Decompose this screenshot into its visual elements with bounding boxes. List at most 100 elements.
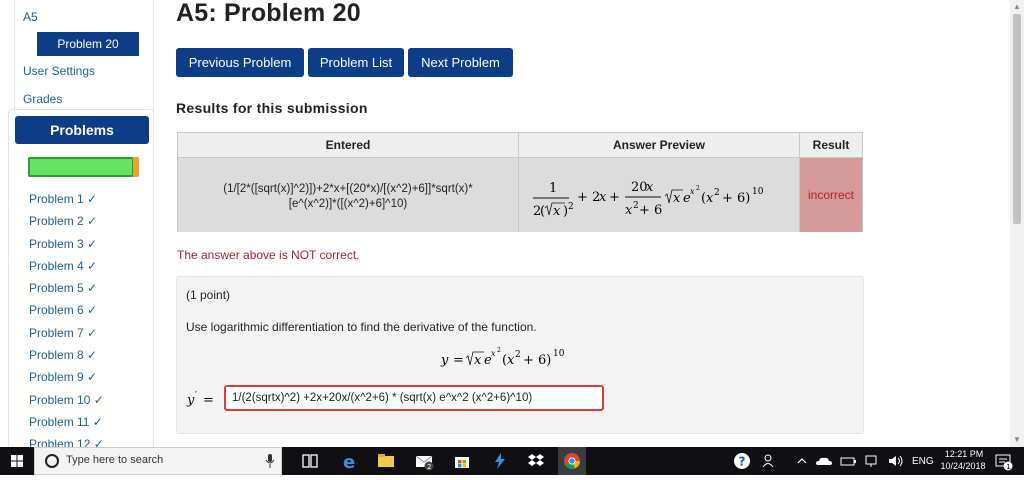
edge-browser-icon[interactable]: e bbox=[340, 451, 360, 471]
column-header-answer-preview: Answer Preview bbox=[519, 133, 800, 158]
file-explorer-icon[interactable] bbox=[376, 451, 396, 471]
scroll-thumb[interactable] bbox=[1013, 14, 1021, 224]
svg-text:x: x bbox=[690, 187, 695, 196]
entered-answer: (1/[2*([sqrt(x)]^2)])+2*x+[(20*x)/[(x^2)… bbox=[178, 182, 518, 212]
svg-text:2: 2 bbox=[568, 202, 574, 212]
scroll-down-arrow-icon[interactable]: ▼ bbox=[1010, 433, 1024, 447]
svg-text:+ 6): + 6) bbox=[523, 353, 551, 368]
language-indicator[interactable]: ENG bbox=[912, 456, 934, 467]
result-status-cell: incorrect bbox=[800, 158, 862, 232]
next-problem-button[interactable]: Next Problem bbox=[408, 48, 513, 77]
chrome-active-tab[interactable] bbox=[558, 447, 586, 475]
problem-list-item[interactable]: Problem 8 ✓ bbox=[29, 344, 104, 366]
dropbox-icon[interactable] bbox=[526, 451, 546, 471]
taskbar-search[interactable]: Type here to search bbox=[34, 447, 282, 475]
svg-text:10: 10 bbox=[553, 349, 565, 359]
windows-logo-icon bbox=[11, 455, 23, 467]
svg-text:?: ? bbox=[739, 455, 746, 469]
problem-list-item[interactable]: Problem 9 ✓ bbox=[29, 366, 104, 388]
problem-statement-box: (1 point) Use logarithmic differentiatio… bbox=[176, 276, 864, 434]
problem-list-item[interactable]: Problem 10 ✓ bbox=[29, 389, 104, 411]
problems-header: Problems bbox=[15, 116, 149, 144]
column-header-result: Result bbox=[800, 133, 862, 158]
problem-list-item[interactable]: Problem 11 ✓ bbox=[29, 411, 104, 433]
entered-cell: (1/[2*([sqrt(x)]^2)])+2*x+[(20*x)/[(x^2)… bbox=[178, 158, 519, 232]
svg-text:+: + bbox=[609, 190, 620, 205]
store-icon[interactable] bbox=[452, 451, 472, 471]
problem-list-item[interactable]: Problem 1 ✓ bbox=[29, 188, 104, 210]
problem-list: Problem 1 ✓ Problem 2 ✓ Problem 3 ✓ Problem… bbox=[29, 188, 104, 447]
nav-link-problem-20[interactable]: Problem 20 bbox=[37, 32, 139, 56]
problem-list-item[interactable]: Problem 3 ✓ bbox=[29, 233, 104, 255]
problem-instructions: Use logarithmic differentiation to find … bbox=[186, 320, 537, 334]
entered-line-2: [e^(x^2)]*([(x^2)+6]^10) bbox=[288, 198, 408, 210]
answer-input[interactable] bbox=[224, 385, 604, 411]
nav-link-grades[interactable]: Grades bbox=[15, 88, 153, 110]
answer-preview-cell: 1 2 ( x ) 2 + 2 x + 20 x x 2 + 6 x e x 2… bbox=[519, 158, 800, 232]
svg-text:x: x bbox=[625, 203, 633, 218]
problem-list-item[interactable]: Problem 5 ✓ bbox=[29, 277, 104, 299]
chrome-icon bbox=[564, 453, 580, 469]
problem-points: (1 point) bbox=[186, 288, 231, 302]
chevron-up-icon[interactable] bbox=[792, 451, 812, 471]
start-button[interactable] bbox=[0, 447, 34, 475]
previous-problem-button[interactable]: Previous Problem bbox=[176, 48, 304, 77]
cortana-circle-icon bbox=[45, 454, 59, 468]
svg-text:=: = bbox=[453, 353, 464, 368]
svg-text:x: x bbox=[491, 349, 496, 358]
svg-text:x: x bbox=[507, 353, 515, 368]
problem-list-item[interactable]: Problem 2 ✓ bbox=[29, 210, 104, 232]
svg-text:y: y bbox=[440, 353, 449, 368]
network-icon[interactable] bbox=[862, 451, 882, 471]
problem-list-button[interactable]: Problem List bbox=[308, 48, 404, 77]
people-icon[interactable] bbox=[760, 451, 780, 471]
onedrive-cloud-icon[interactable] bbox=[814, 451, 834, 471]
svg-text:x: x bbox=[673, 191, 681, 206]
notification-center-icon[interactable]: 1 bbox=[993, 451, 1013, 471]
volume-icon[interactable] bbox=[886, 451, 906, 471]
sidebar: A5 Problem 20 User Settings Grades Probl… bbox=[0, 0, 160, 447]
notification-count: 1 bbox=[1006, 463, 1010, 471]
svg-text:y: y bbox=[186, 393, 195, 408]
entered-line-1: (1/[2*([sqrt(x)]^2)])+2*x+[(20*x)/[(x^2)… bbox=[223, 183, 473, 195]
page-scrollbar[interactable]: ▲ ▼ bbox=[1010, 0, 1024, 447]
svg-text:1: 1 bbox=[549, 181, 557, 196]
mail-icon[interactable]: 2 bbox=[414, 451, 434, 471]
svg-text:+ 2: + 2 bbox=[577, 190, 600, 205]
svg-text:=: = bbox=[203, 393, 214, 408]
svg-text:x: x bbox=[646, 180, 654, 195]
answer-label-y-prime: y ′ = bbox=[186, 391, 214, 408]
task-view-icon[interactable] bbox=[300, 451, 320, 471]
microphone-icon[interactable] bbox=[265, 454, 275, 468]
lightning-app-icon[interactable] bbox=[490, 451, 510, 471]
problems-panel: Problems Problem 1 ✓ Problem 2 ✓ Problem 3… bbox=[8, 109, 154, 447]
page-title: A5: Problem 20 bbox=[176, 0, 361, 27]
nav-link-user-settings[interactable]: User Settings bbox=[15, 60, 153, 82]
mail-badge-count: 2 bbox=[427, 463, 431, 471]
scroll-up-arrow-icon[interactable]: ▲ bbox=[1010, 0, 1024, 14]
browser-viewport: A5 Problem 20 User Settings Grades Probl… bbox=[0, 0, 1024, 447]
svg-text:2: 2 bbox=[515, 350, 521, 360]
help-question-icon[interactable]: ? bbox=[732, 451, 752, 471]
svg-text:e: e bbox=[343, 452, 355, 471]
clock-time[interactable]: 12:21 PM bbox=[942, 449, 986, 459]
clock-date[interactable]: 10/24/2018 bbox=[938, 461, 988, 471]
windows-taskbar: Type here to search e 2 ? ENG 12:21 PM 1… bbox=[0, 447, 1024, 475]
taskbar-search-placeholder: Type here to search bbox=[66, 454, 164, 466]
problem-list-item[interactable]: Problem 4 ✓ bbox=[29, 255, 104, 277]
svg-text:2: 2 bbox=[714, 188, 720, 198]
problem-list-item[interactable]: Problem 12 ✓ bbox=[29, 433, 104, 447]
svg-text:10: 10 bbox=[752, 187, 764, 197]
problem-function-formula: y = x e x 2 ( x 2 + 6) 10 bbox=[440, 347, 565, 368]
battery-icon[interactable] bbox=[838, 451, 858, 471]
problem-list-item[interactable]: Problem 6 ✓ bbox=[29, 299, 104, 321]
problem-list-item[interactable]: Problem 7 ✓ bbox=[29, 322, 104, 344]
svg-text:x: x bbox=[474, 353, 482, 368]
course-nav: A5 Problem 20 User Settings Grades bbox=[14, 0, 154, 119]
svg-text:+ 6): + 6) bbox=[722, 191, 750, 206]
svg-text:+ 6: + 6 bbox=[639, 203, 662, 218]
svg-text:(: ( bbox=[540, 204, 545, 219]
nav-link-a5[interactable]: A5 bbox=[15, 6, 153, 28]
progress-bar-remainder bbox=[133, 157, 139, 177]
column-header-entered: Entered bbox=[178, 133, 519, 158]
